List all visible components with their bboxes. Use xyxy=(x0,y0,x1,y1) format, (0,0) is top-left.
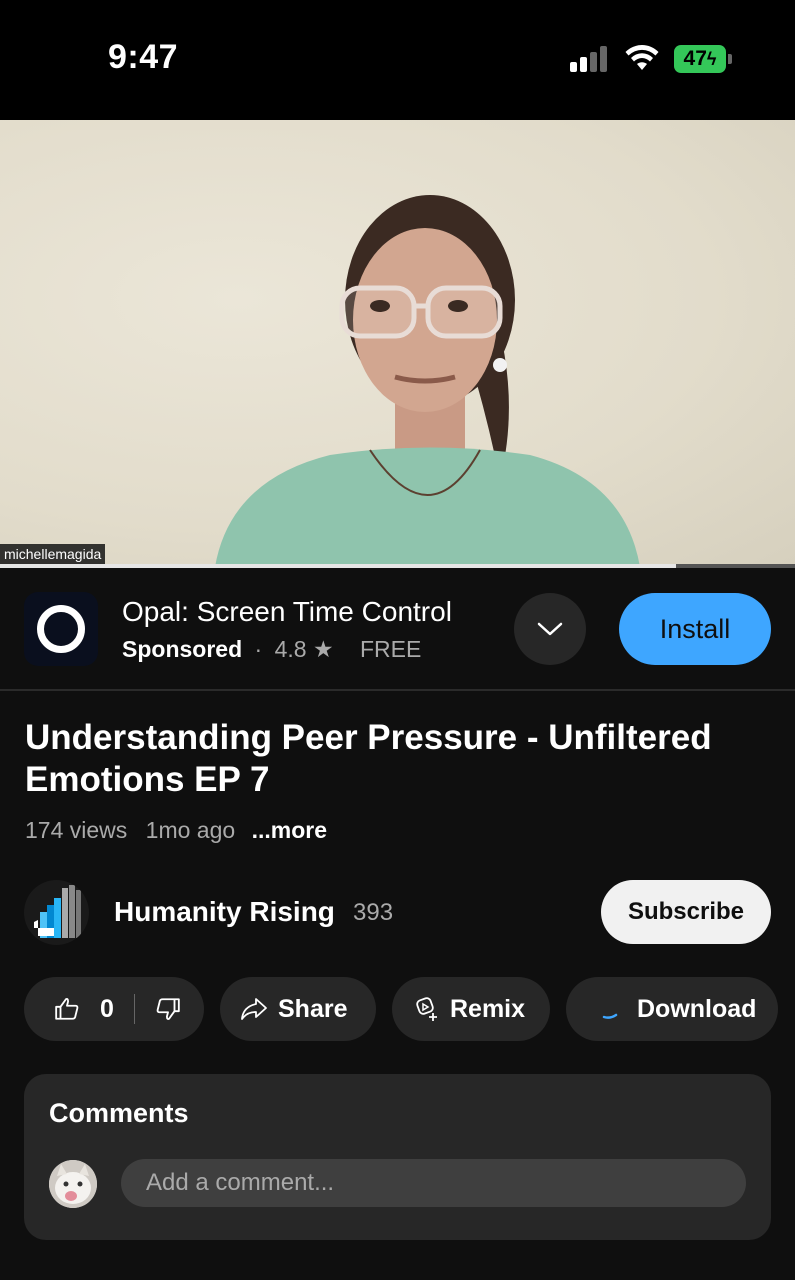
wifi-icon xyxy=(625,45,659,70)
separator: · xyxy=(254,636,263,662)
like-divider xyxy=(133,994,135,1024)
thumbs-down-icon xyxy=(156,998,180,1020)
like-button[interactable]: 0 xyxy=(24,995,114,1024)
ad-title: Opal: Screen Time Control xyxy=(122,596,452,627)
like-count: 0 xyxy=(100,994,114,1023)
download-label: Download xyxy=(637,994,757,1023)
share-icon xyxy=(241,998,267,1020)
battery-icon: 47 ϟ xyxy=(674,45,732,73)
channel-avatar[interactable] xyxy=(24,880,89,945)
download-button[interactable]: Download xyxy=(566,977,778,1041)
video-title[interactable]: Understanding Peer Pressure - Unfiltered… xyxy=(25,717,775,801)
remix-button[interactable]: Remix xyxy=(392,977,550,1041)
user-avatar xyxy=(49,1160,97,1208)
status-time: 9:47 xyxy=(108,38,179,76)
comments-section[interactable]: Comments Add a comment... xyxy=(24,1074,771,1240)
cat-avatar-icon xyxy=(49,1160,97,1208)
video-frame xyxy=(215,195,640,567)
comments-title: Comments xyxy=(49,1098,189,1128)
ad-price: FREE xyxy=(359,636,422,662)
add-comment-input[interactable]: Add a comment... xyxy=(121,1159,746,1207)
channel-name[interactable]: Humanity Rising xyxy=(114,896,335,928)
battery-level: 47 xyxy=(683,47,707,70)
remix-label: Remix xyxy=(450,994,526,1023)
dislike-button[interactable] xyxy=(155,996,181,1022)
star-icon: ★ xyxy=(312,636,334,662)
ad-meta: Sponsored · 4.8 ★ FREE xyxy=(122,636,421,663)
ad-expand-button[interactable] xyxy=(514,593,586,665)
opal-app-logo xyxy=(24,592,98,666)
video-player[interactable] xyxy=(0,120,795,567)
install-button[interactable]: Install xyxy=(619,593,771,665)
chevron-down-icon xyxy=(537,622,563,636)
share-label: Share xyxy=(278,994,348,1023)
view-count: 174 views xyxy=(25,817,128,843)
sponsored-ad[interactable]: Opal: Screen Time Control Sponsored · 4.… xyxy=(0,568,795,691)
download-progress-icon xyxy=(602,1013,618,1019)
ad-rating: 4.8 xyxy=(274,636,307,662)
thumbs-up-icon xyxy=(55,998,79,1020)
status-bar: 9:47 47 ϟ xyxy=(0,0,795,120)
sponsored-label: Sponsored xyxy=(122,636,243,662)
participant-name-label: michellemagida xyxy=(0,544,106,565)
like-dislike-group: 0 xyxy=(24,977,204,1041)
hand-logo-icon xyxy=(34,885,81,938)
cellular-signal-icon xyxy=(570,46,610,72)
more-link[interactable]: ...more xyxy=(252,817,327,843)
share-button[interactable]: Share xyxy=(220,977,376,1041)
remix-icon xyxy=(416,997,437,1021)
upload-age: 1mo ago xyxy=(145,817,236,843)
subscribe-button[interactable]: Subscribe xyxy=(601,880,771,944)
video-meta[interactable]: 174 views 1mo ago ...more xyxy=(25,817,327,844)
subscriber-count: 393 xyxy=(353,899,394,926)
